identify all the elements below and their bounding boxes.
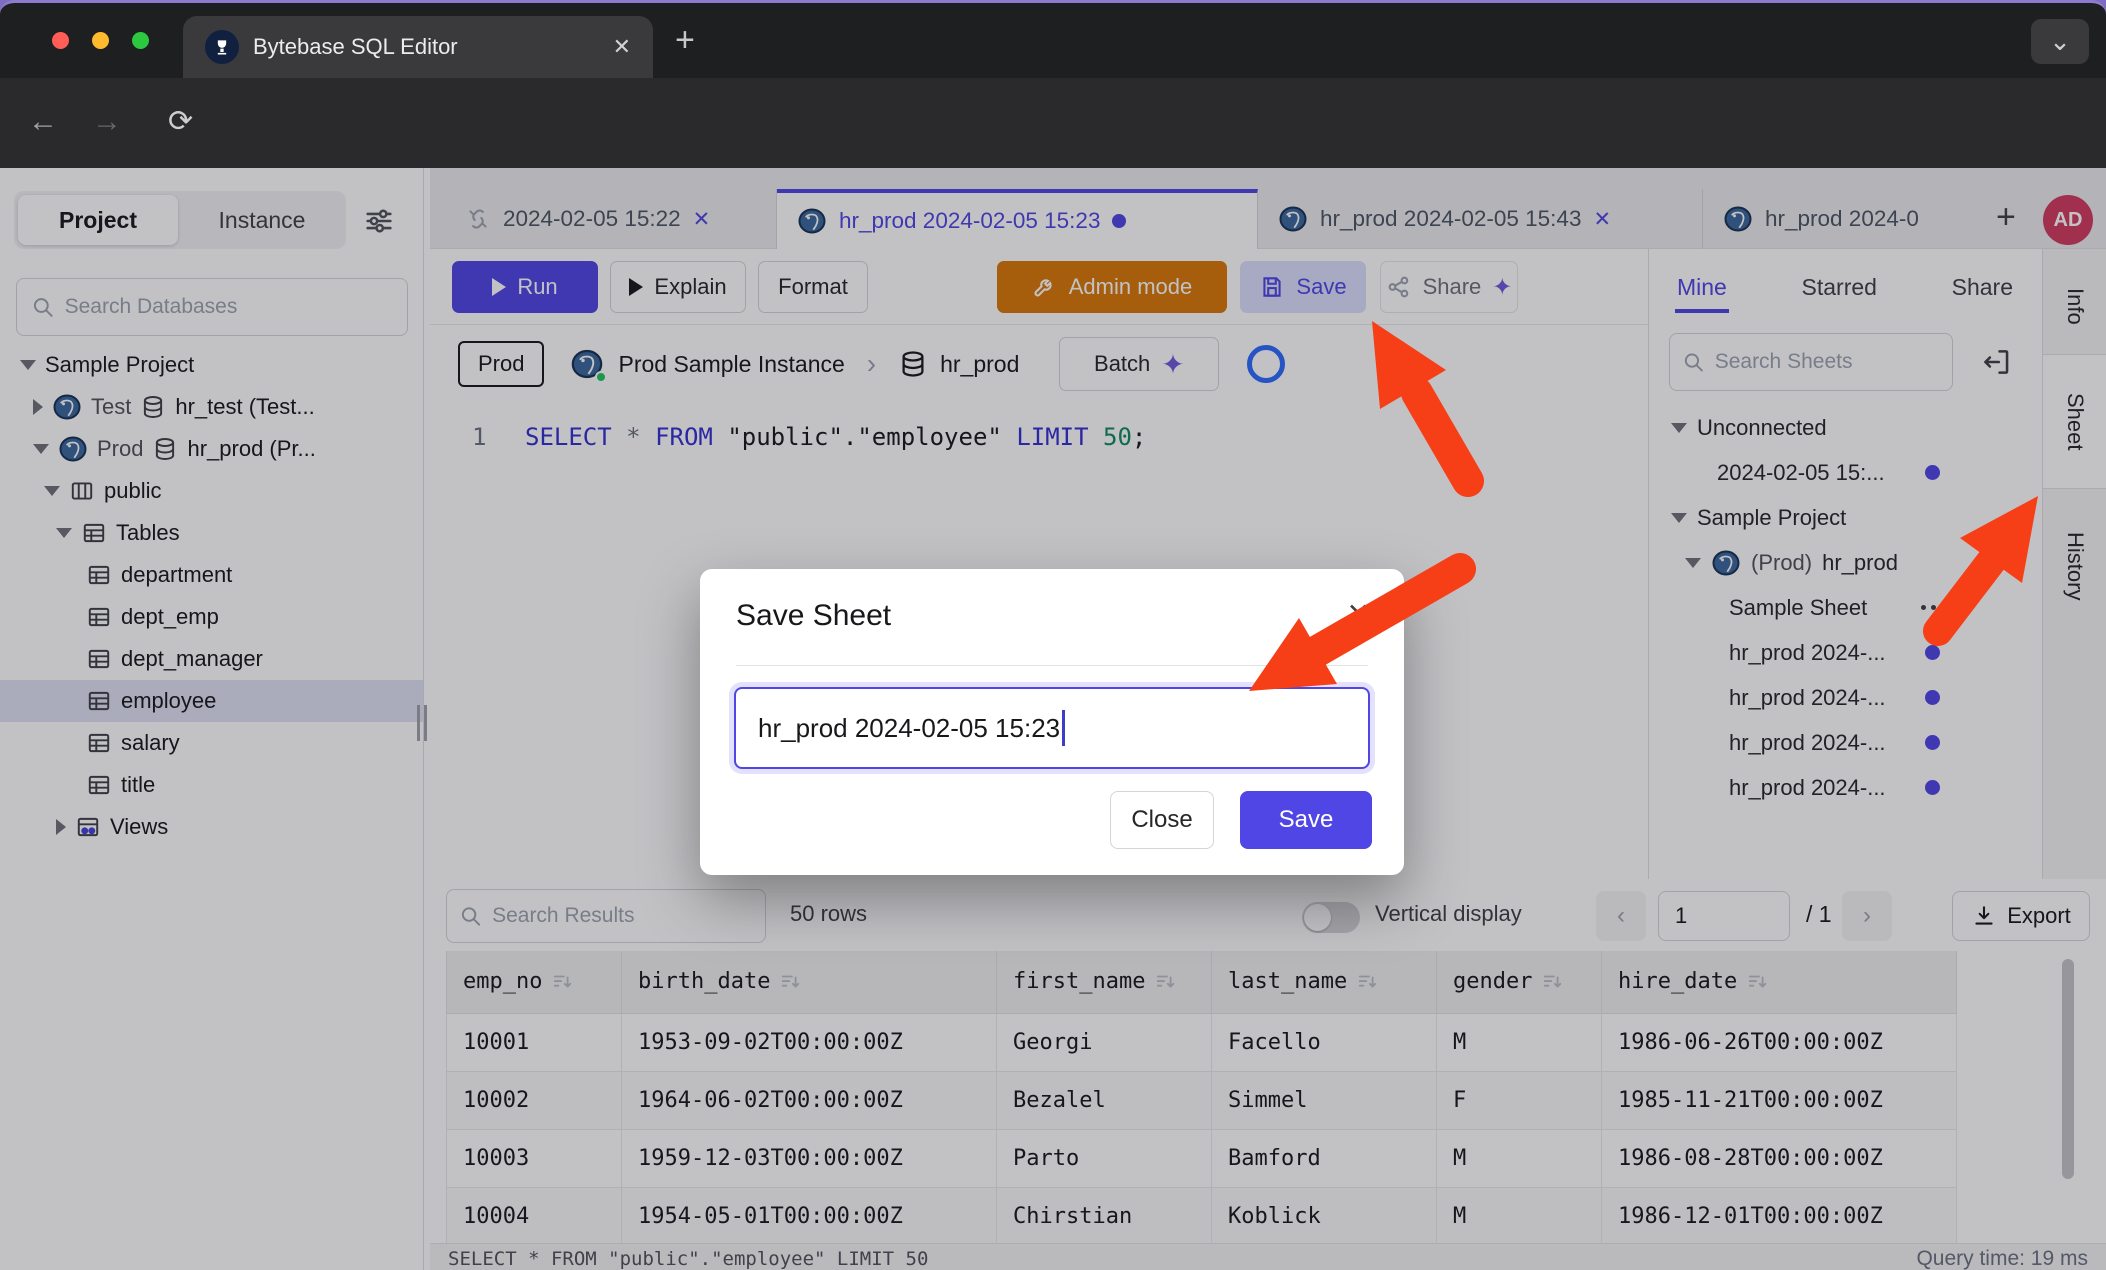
traffic-light-minimize[interactable]	[92, 32, 109, 49]
dialog-divider	[736, 665, 1368, 666]
dialog-save-button[interactable]: Save	[1240, 791, 1372, 849]
dialog-close-button[interactable]: Close	[1110, 791, 1214, 849]
text-cursor	[1062, 710, 1065, 746]
close-label: Close	[1131, 806, 1192, 834]
new-tab-icon[interactable]: +	[675, 21, 695, 60]
sheet-name-value: hr_prod 2024-02-05 15:23	[758, 713, 1060, 744]
save-sheet-dialog: Save Sheet ✕ hr_prod 2024-02-05 15:23 Cl…	[700, 569, 1404, 875]
browser-tab[interactable]: Bytebase SQL Editor ✕	[183, 16, 653, 78]
browser-toolbar: ← → ⟳ localhost:8080/sql-editor/prod-sam…	[0, 78, 2106, 168]
browser-window: Bytebase SQL Editor ✕ + ⌄ ← → ⟳ localhos…	[0, 0, 2106, 1270]
traffic-light-close[interactable]	[52, 32, 69, 49]
tab-search-button[interactable]: ⌄	[2031, 19, 2089, 64]
browser-tab-title: Bytebase SQL Editor	[253, 34, 599, 60]
bytebase-app: Project Instance Sample Project Test	[0, 168, 2106, 1270]
chevron-down-icon: ⌄	[2049, 26, 2071, 57]
reload-icon[interactable]: ⟳	[168, 100, 193, 144]
dialog-title: Save Sheet	[736, 599, 891, 633]
bytebase-favicon-icon	[205, 30, 239, 64]
browser-tab-strip: Bytebase SQL Editor ✕ + ⌄	[0, 3, 2106, 78]
back-icon[interactable]: ←	[28, 100, 58, 144]
traffic-light-zoom[interactable]	[132, 32, 149, 49]
forward-icon[interactable]: →	[92, 100, 122, 144]
save-label: Save	[1279, 806, 1334, 834]
sheet-name-input[interactable]: hr_prod 2024-02-05 15:23	[734, 687, 1370, 769]
dialog-close-icon[interactable]: ✕	[1347, 597, 1370, 630]
browser-tab-close-icon[interactable]: ✕	[613, 34, 631, 60]
